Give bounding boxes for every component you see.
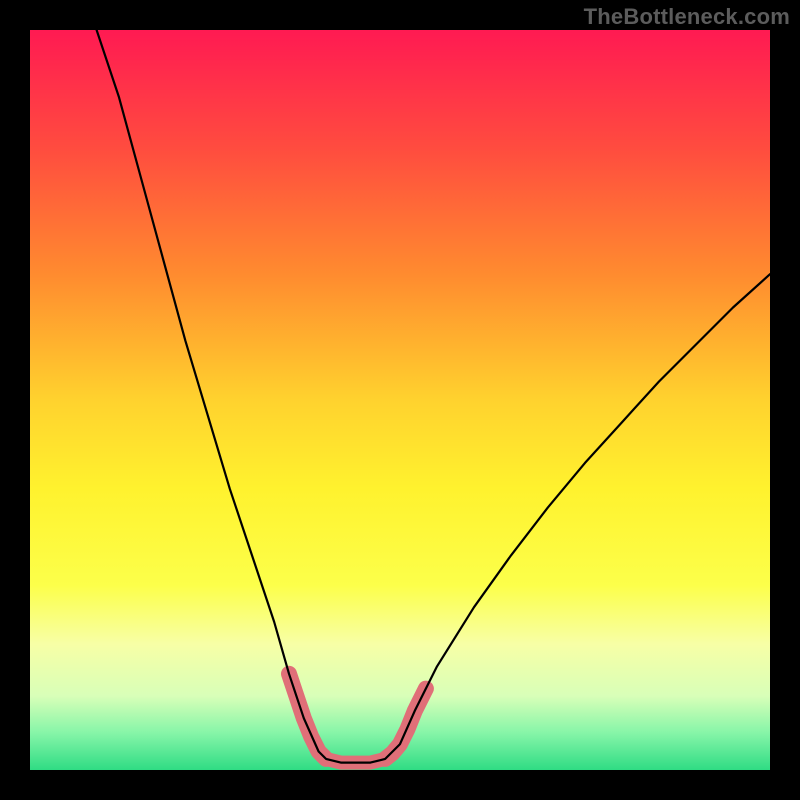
series-bottleneck-curve xyxy=(97,30,770,763)
chart-svg xyxy=(30,30,770,770)
watermark-text: TheBottleneck.com xyxy=(584,4,790,30)
plot-area xyxy=(30,30,770,770)
chart-frame: TheBottleneck.com xyxy=(0,0,800,800)
series-highlight-band-left xyxy=(289,674,326,759)
